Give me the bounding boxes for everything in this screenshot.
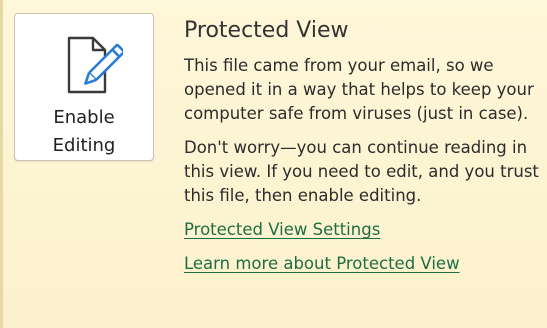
learn-more-link[interactable]: Learn more about Protected View (184, 252, 546, 276)
message-text-2: Don't worry—you can continue reading in … (184, 138, 539, 205)
document-edit-icon (67, 36, 123, 94)
enable-editing-button[interactable]: Enable Editing (14, 13, 154, 161)
enable-button-label-line1: Enable (53, 107, 115, 128)
message-text-1: This file came from your email, so we op… (184, 56, 534, 123)
enable-button-label-line2: Editing (52, 135, 116, 156)
message-area: Protected View This file came from your … (184, 16, 546, 276)
message-title: Protected View (184, 18, 349, 43)
protected-view-panel: Enable Editing Protected View This file … (0, 0, 547, 328)
protected-view-settings-link[interactable]: Protected View Settings (184, 218, 546, 242)
